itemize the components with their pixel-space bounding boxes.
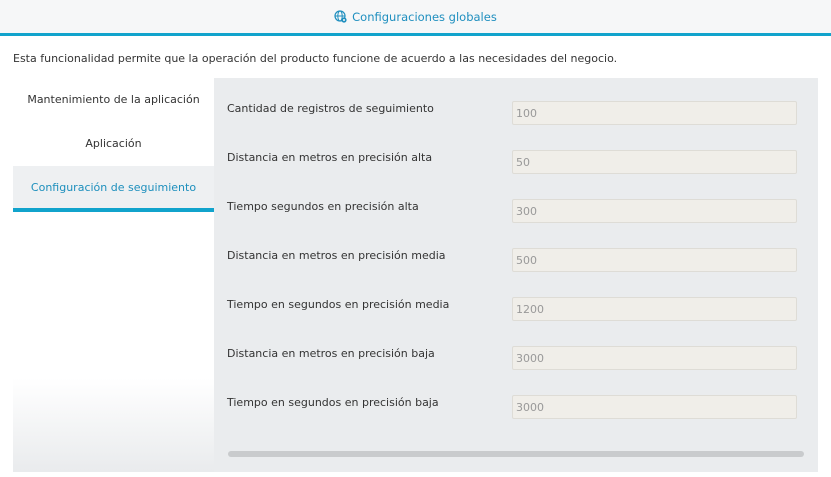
tiempo-baja-input[interactable] [512, 395, 797, 419]
settings-sidebar: Mantenimiento de la aplicación Aplicació… [13, 78, 214, 472]
field-label: Tiempo en segundos en precisión baja [227, 396, 439, 409]
field-label: Tiempo en segundos en precisión media [227, 298, 450, 311]
horizontal-scrollbar[interactable] [228, 451, 804, 457]
field-label: Distancia en metros en precisión alta [227, 151, 433, 164]
header-accent-bar [0, 33, 831, 36]
field-label: Distancia en metros en precisión baja [227, 347, 435, 360]
distancia-baja-input[interactable] [512, 346, 797, 370]
distancia-media-input[interactable] [512, 248, 797, 272]
sidebar-item-label: Mantenimiento de la aplicación [27, 93, 200, 106]
settings-form: Cantidad de registros de seguimiento Dis… [214, 78, 818, 472]
distancia-alta-input[interactable] [512, 150, 797, 174]
sidebar-item-aplicacion[interactable]: Aplicación [13, 122, 214, 166]
field-label: Distancia en metros en precisión media [227, 249, 446, 262]
field-label: Tiempo segundos en precisión alta [227, 200, 419, 213]
registros-seguimiento-input[interactable] [512, 101, 797, 125]
field-label: Cantidad de registros de seguimiento [227, 102, 434, 115]
sidebar-item-configuracion-seguimiento[interactable]: Configuración de seguimiento [13, 166, 214, 212]
tiempo-alta-input[interactable] [512, 199, 797, 223]
sidebar-item-label: Aplicación [85, 137, 142, 150]
sidebar-item-mantenimiento[interactable]: Mantenimiento de la aplicación [13, 78, 214, 122]
tiempo-media-input[interactable] [512, 297, 797, 321]
globe-gear-icon [334, 10, 347, 23]
sidebar-item-label: Configuración de seguimiento [30, 181, 197, 194]
page-header: Configuraciones globales [0, 0, 831, 33]
page-description: Esta funcionalidad permite que la operac… [13, 52, 618, 65]
page-title: Configuraciones globales [352, 9, 497, 24]
